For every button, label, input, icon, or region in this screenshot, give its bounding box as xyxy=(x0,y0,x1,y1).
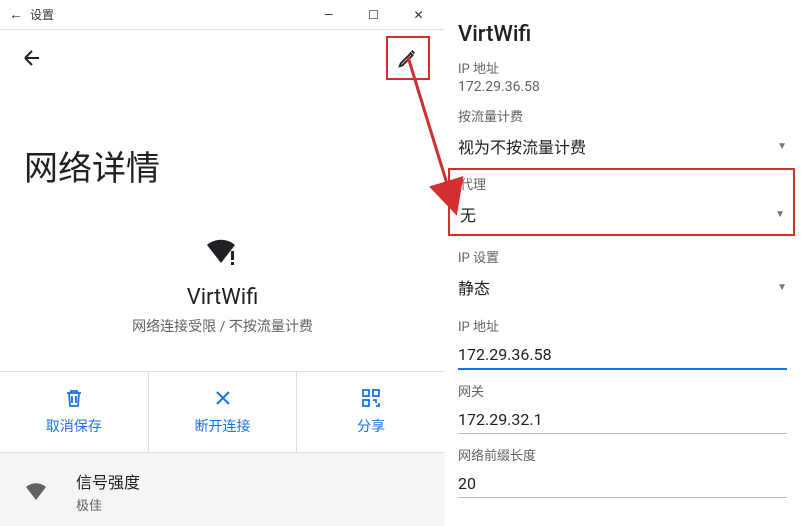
ipsettings-dropdown[interactable]: 静态 ▼ xyxy=(458,266,787,305)
metered-dropdown[interactable]: 视为不按流量计费 ▼ xyxy=(458,125,787,164)
action-row: 取消保存 断开连接 分享 xyxy=(0,371,445,453)
network-name: VirtWifi xyxy=(0,285,445,310)
signal-row[interactable]: 信号强度 极佳 xyxy=(0,453,445,526)
disconnect-button[interactable]: 断开连接 xyxy=(149,372,298,452)
signal-title: 信号强度 xyxy=(76,469,140,493)
metered-value: 视为不按流量计费 xyxy=(458,134,586,158)
left-pane: ← 设置 — ☐ ✕ 网络详情 VirtW xyxy=(0,0,445,520)
proxy-label: 代理 xyxy=(460,174,785,193)
forget-label: 取消保存 xyxy=(0,416,148,436)
proxy-block: 代理 无 ▼ xyxy=(448,168,795,236)
proxy-dropdown[interactable]: 无 ▼ xyxy=(460,193,785,232)
ipsettings-label: IP 设置 xyxy=(458,247,787,266)
page-title: 网络详情 xyxy=(0,86,445,190)
qrcode-icon xyxy=(297,386,445,410)
trash-icon xyxy=(0,386,148,410)
ipaddr-input[interactable] xyxy=(458,341,787,370)
proxy-value: 无 xyxy=(460,202,476,226)
chevron-down-icon: ▼ xyxy=(777,282,787,293)
prefix-input[interactable] xyxy=(458,470,787,498)
share-button[interactable]: 分享 xyxy=(297,372,445,452)
ipaddr-label: IP 地址 xyxy=(458,316,787,335)
disconnect-label: 断开连接 xyxy=(149,416,297,436)
arrow-left-icon xyxy=(20,46,44,70)
signal-text: 信号强度 极佳 xyxy=(76,469,140,514)
network-card: VirtWifi 网络连接受限 / 不按流量计费 xyxy=(0,235,445,336)
share-label: 分享 xyxy=(297,416,445,436)
network-subtitle: 网络连接受限 / 不按流量计费 xyxy=(0,316,445,336)
window-title: 设置 xyxy=(30,6,54,23)
right-pane: VirtWifi IP 地址 172.29.36.58 按流量计费 视为不按流量… xyxy=(446,0,803,520)
dialog-title: VirtWifi xyxy=(458,22,787,47)
close-button[interactable]: ✕ xyxy=(396,3,441,27)
titlebar-back-icon[interactable]: ← xyxy=(4,3,28,27)
forget-button[interactable]: 取消保存 xyxy=(0,372,149,452)
signal-sub: 极佳 xyxy=(76,495,140,514)
ipsettings-value: 静态 xyxy=(458,275,490,299)
wifi-icon xyxy=(24,482,56,502)
window-titlebar: ← 设置 — ☐ ✕ xyxy=(0,0,445,30)
app-bar xyxy=(0,30,445,86)
gateway-label: 网关 xyxy=(458,381,787,400)
minimize-button[interactable]: — xyxy=(306,3,351,27)
maximize-button[interactable]: ☐ xyxy=(351,3,396,27)
prefix-label: 网络前缀长度 xyxy=(458,445,787,464)
wifi-warning-icon xyxy=(203,235,243,271)
window-controls: — ☐ ✕ xyxy=(306,3,441,27)
ip-label-static: IP 地址 xyxy=(458,58,787,77)
edit-button[interactable] xyxy=(386,36,430,80)
close-icon xyxy=(149,386,297,410)
chevron-down-icon: ▼ xyxy=(775,209,785,220)
metered-label: 按流量计费 xyxy=(458,106,787,125)
gateway-input[interactable] xyxy=(458,406,787,434)
pencil-icon xyxy=(397,47,419,69)
back-button[interactable] xyxy=(12,38,52,78)
ip-value-static: 172.29.36.58 xyxy=(458,79,787,95)
chevron-down-icon: ▼ xyxy=(777,141,787,152)
